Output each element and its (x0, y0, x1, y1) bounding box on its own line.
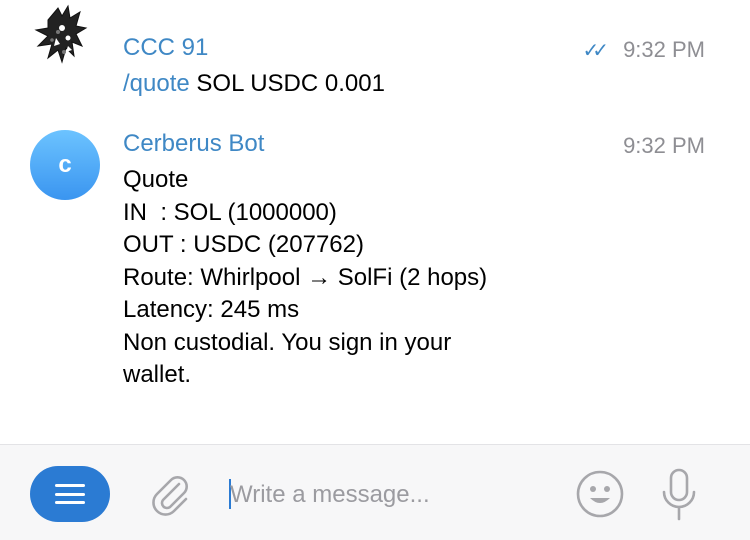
user-avatar[interactable] (28, 2, 98, 72)
smiley-icon[interactable] (575, 469, 625, 519)
message-time: 9:32 PM (623, 133, 705, 158)
message-time: 9:32 PM (623, 37, 705, 62)
hamburger-menu-icon (55, 484, 85, 504)
message-line: Route: Whirlpool → SolFi (2 hops) (123, 263, 488, 291)
chat-history: CCC 91 ✓✓ 9:32 PM /quote SOL USDC 0.001 … (0, 0, 750, 444)
message-line: Latency: 245 ms (123, 296, 300, 323)
microphone-icon[interactable] (658, 467, 700, 523)
message-composer (0, 445, 750, 540)
message-line: IN : SOL (1000000) (123, 198, 337, 226)
message-line: OUT : USDC (207762) (123, 231, 364, 258)
paperclip-icon[interactable] (146, 470, 196, 520)
message-line: Non custodial. You sign in your (123, 328, 452, 356)
bot-avatar[interactable]: c (30, 130, 100, 200)
read-receipt-icon: ✓✓ (582, 40, 608, 62)
message-line: Quote (123, 166, 189, 193)
message-line: wallet. (123, 361, 192, 388)
message-input[interactable] (230, 477, 560, 513)
command-link[interactable]: /quote (123, 70, 190, 97)
bot-message-text: Quote IN : SOL (1000000) OUT : USDC (20776… (123, 164, 487, 392)
sender-name[interactable]: CCC 91 (123, 34, 208, 62)
message-text: /quote SOL USDC 0.001 (123, 68, 385, 101)
sender-name[interactable]: Cerberus Bot (123, 130, 264, 158)
menu-button[interactable] (30, 466, 110, 522)
command-args: SOL USDC 0.001 (189, 70, 385, 97)
dragon-avatar-image (34, 4, 88, 64)
bot-avatar-letter: c (58, 151, 72, 178)
